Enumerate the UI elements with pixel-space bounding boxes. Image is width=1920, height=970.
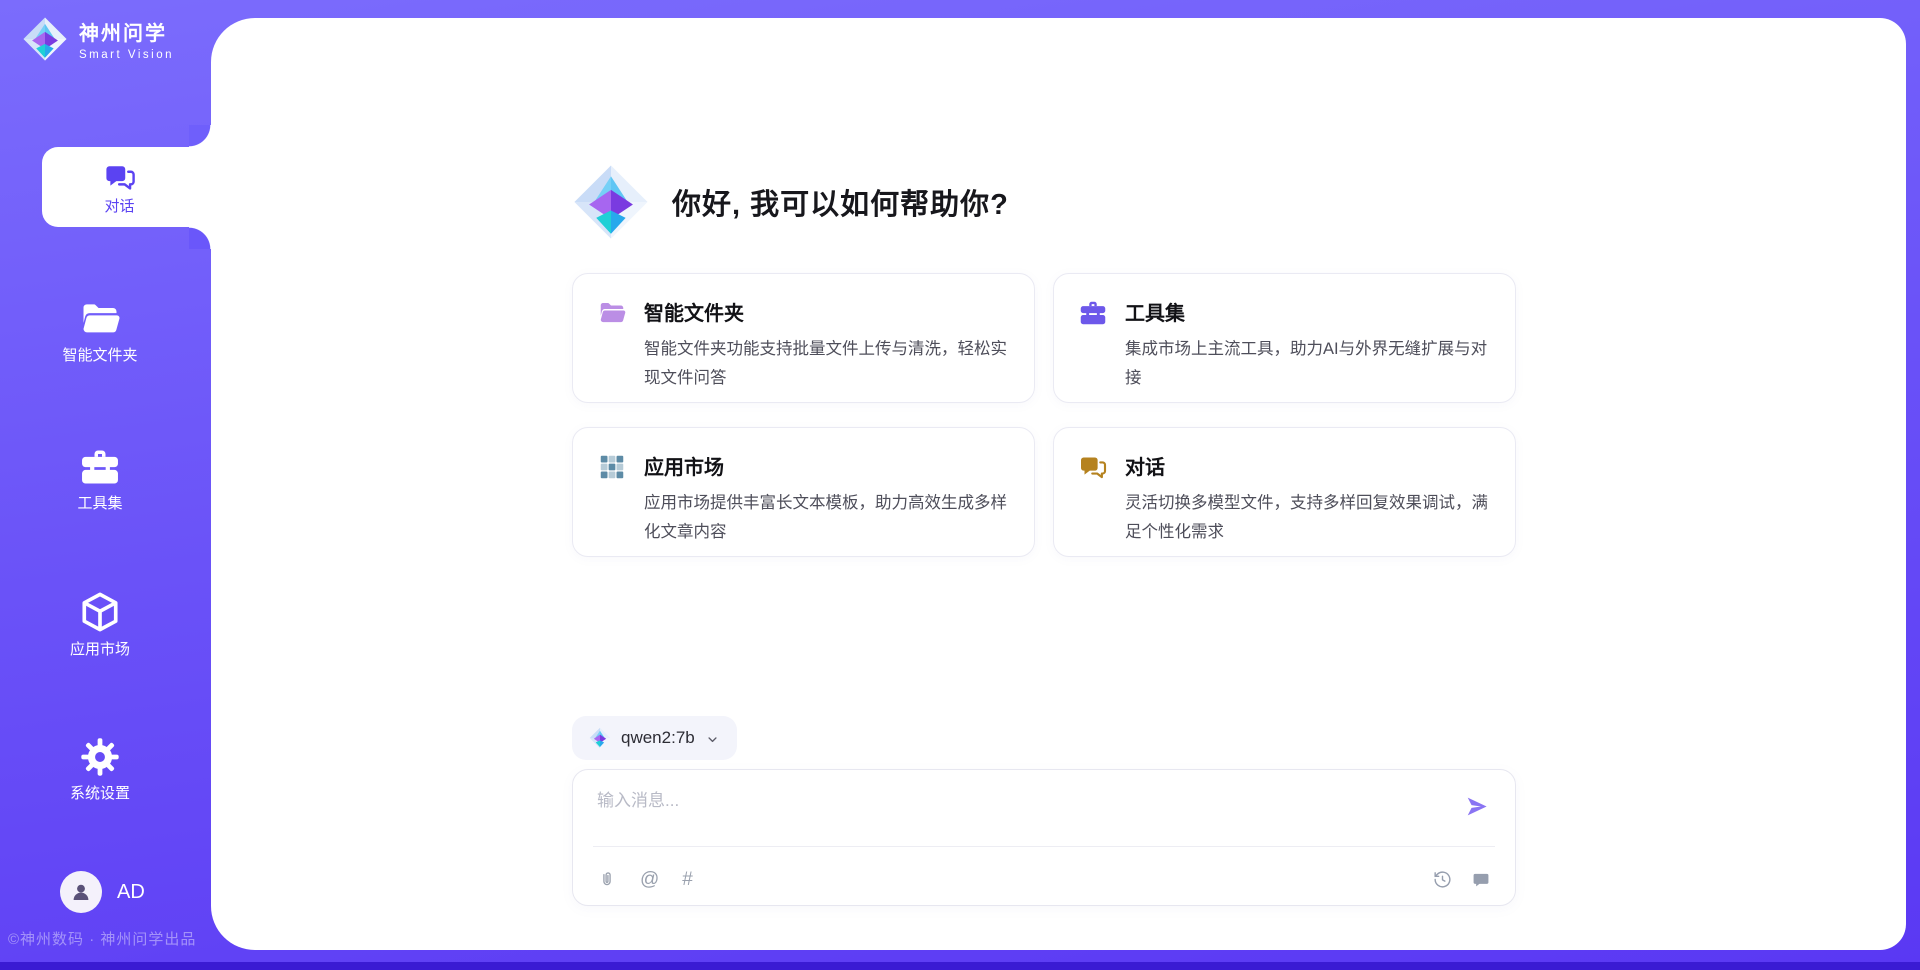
brand: 神州问学 Smart Vision [22,16,174,62]
main-panel: 你好, 我可以如何帮助你? 智能文件夹 智能文件夹功能支持批量文件上传与清洗，轻… [211,18,1906,950]
message-input-box: @ # [572,769,1516,906]
grid-icon [597,452,627,482]
paperclip-icon[interactable] [597,870,617,890]
cube-icon [77,589,123,635]
composer-toolbar: @ # [597,869,1491,890]
sidebar-footer: ©神州数码 · 神州问学出品 [8,928,208,949]
model-name: qwen2:7b [621,728,695,748]
card-title: 工具集 [1125,297,1491,326]
card-description: 智能文件夹功能支持批量文件上传与清洗，轻松实现文件问答 [644,335,1010,393]
model-logo-icon [589,727,611,749]
gear-icon [78,735,122,779]
toolbar-left: @ # [597,870,693,890]
sidebar-item-label: 系统设置 [70,786,130,801]
card-description: 应用市场提供丰富长文本模板，助力高效生成多样化文章内容 [644,489,1010,547]
sidebar-item-chat[interactable]: 对话 [42,147,211,227]
feature-cards: 智能文件夹 智能文件夹功能支持批量文件上传与清洗，轻松实现文件问答 工具集 集成… [572,273,1516,557]
card-description: 灵活切换多模型文件，支持多样回复效果调试，满足个性化需求 [1125,489,1491,547]
hero: 你好, 我可以如何帮助你? [572,163,1009,241]
tab-fillet-top [189,125,211,147]
chat-bubble-icon[interactable] [1471,870,1491,890]
sidebar: 神州问学 Smart Vision 对话 智能文件夹 工具集 应用市场 系统设置 [0,0,211,970]
card-title: 应用市场 [644,451,1010,480]
composer-divider [593,846,1495,847]
card-smart-folder[interactable]: 智能文件夹 智能文件夹功能支持批量文件上传与清洗，轻松实现文件问答 [572,273,1035,403]
chat-icon [103,160,137,194]
user-account[interactable]: AD [60,871,145,913]
person-icon [69,880,93,904]
brand-subtitle: Smart Vision [79,49,174,61]
composer: qwen2:7b @ # [572,716,1516,906]
hashtag-icon[interactable]: # [682,870,693,889]
toolbox-icon [1078,298,1108,328]
model-selector[interactable]: qwen2:7b [572,716,737,760]
page-title: 你好, 我可以如何帮助你? [672,181,1009,223]
history-icon[interactable] [1432,869,1453,890]
sidebar-item-label: 工具集 [77,496,122,511]
folder-icon [597,298,627,328]
user-name: AD [117,881,145,904]
avatar [60,871,102,913]
send-icon[interactable] [1463,793,1490,820]
message-input[interactable] [597,791,1437,811]
tab-fillet-bottom [189,227,211,249]
toolbar-right [1432,869,1491,890]
mention-icon[interactable]: @ [640,870,659,889]
content-column: 你好, 我可以如何帮助你? 智能文件夹 智能文件夹功能支持批量文件上传与清洗，轻… [572,18,1516,950]
sidebar-item-smart-folder[interactable]: 智能文件夹 [0,290,200,370]
card-description: 集成市场上主流工具，助力AI与外界无缝扩展与对接 [1125,335,1491,393]
sidebar-item-label: 对话 [104,199,134,214]
brand-name: 神州问学 [79,17,174,46]
card-chat[interactable]: 对话 灵活切换多模型文件，支持多样回复效果调试，满足个性化需求 [1053,427,1516,557]
card-toolset[interactable]: 工具集 集成市场上主流工具，助力AI与外界无缝扩展与对接 [1053,273,1516,403]
sidebar-item-app-market[interactable]: 应用市场 [0,583,200,663]
hero-logo-icon [572,163,650,241]
sidebar-item-label: 智能文件夹 [62,348,137,363]
chat-icon [1078,452,1108,482]
card-title: 对话 [1125,451,1491,480]
folder-icon [78,297,122,341]
sidebar-item-label: 应用市场 [70,642,130,657]
toolbox-icon [78,445,122,489]
window-bottom-bar [0,962,1920,970]
card-title: 智能文件夹 [644,297,1010,326]
chevron-down-icon [705,732,720,747]
sidebar-item-toolset[interactable]: 工具集 [0,438,200,518]
sidebar-item-settings[interactable]: 系统设置 [0,728,200,808]
card-app-market[interactable]: 应用市场 应用市场提供丰富长文本模板，助力高效生成多样化文章内容 [572,427,1035,557]
brand-logo-icon [22,16,68,62]
